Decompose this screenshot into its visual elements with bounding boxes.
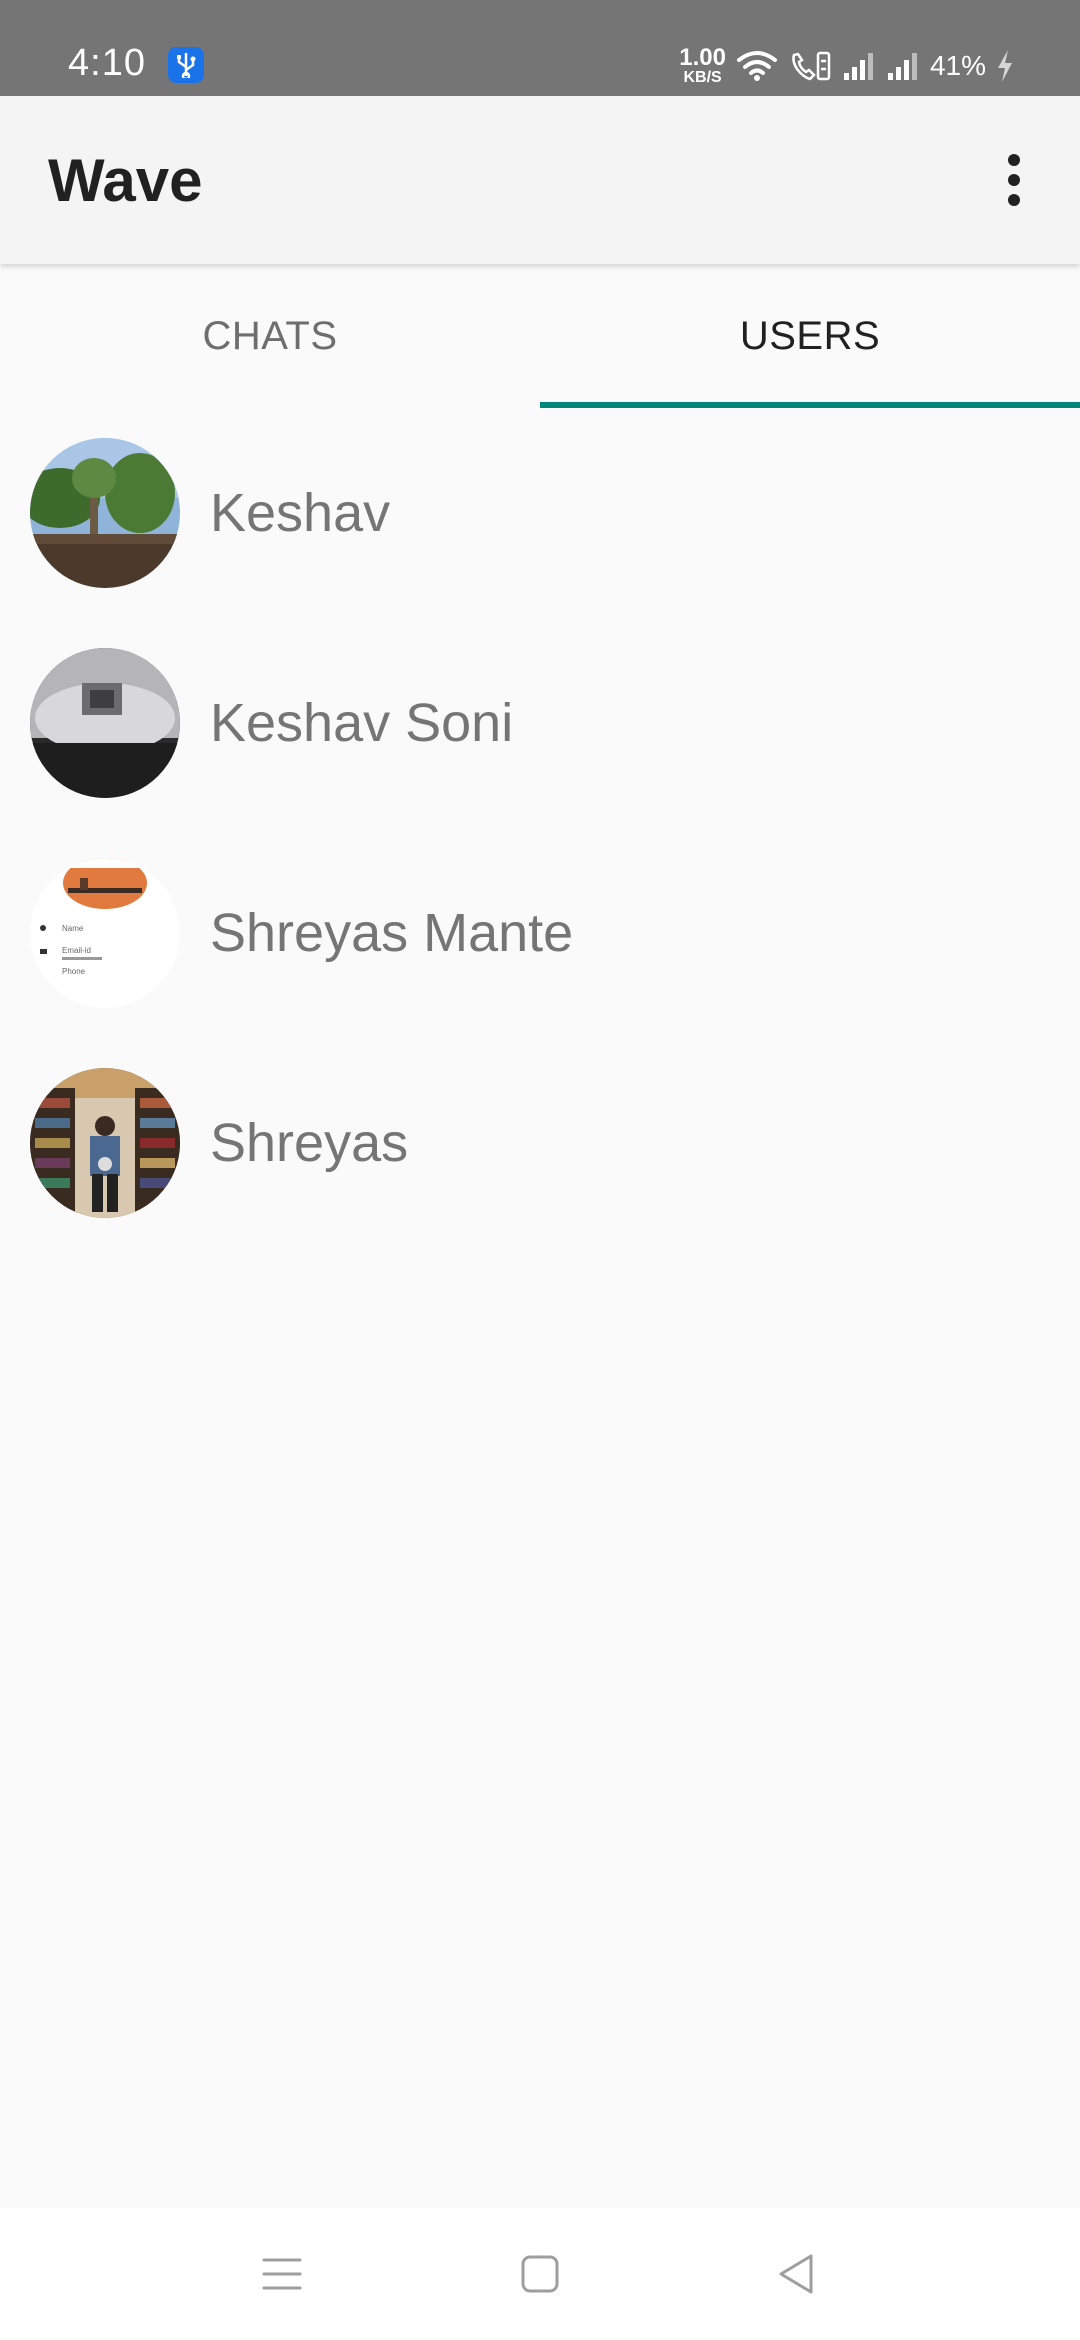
avatar (30, 438, 180, 588)
tab-chats-label: CHATS (202, 313, 338, 358)
user-name: Shreyas Mante (210, 903, 574, 963)
more-vert-icon (1008, 154, 1020, 206)
home-button[interactable] (510, 2244, 570, 2304)
list-item[interactable]: Keshav Soni (0, 618, 1080, 828)
usb-icon (168, 47, 204, 83)
svg-text:Email-id: Email-id (62, 946, 91, 955)
avatar (30, 648, 180, 798)
tab-users[interactable]: USERS (540, 264, 1080, 408)
tab-chats[interactable]: CHATS (0, 264, 540, 408)
svg-text:Name: Name (62, 924, 84, 933)
charging-icon (996, 49, 1014, 83)
svg-text:Phone: Phone (62, 967, 86, 976)
screen: 4:10 1.00 KB/S 41% Wave CHATS USERS Kesh… (0, 0, 1080, 2340)
status-time: 4:10 (68, 42, 146, 84)
status-icons: 1.00 KB/S 41% (679, 44, 1014, 88)
user-list: Keshav Keshav Soni Name Email-id Phone S… (0, 408, 1080, 1248)
recents-icon (262, 2258, 302, 2290)
tab-users-label: USERS (739, 313, 881, 358)
signal-icon (886, 51, 920, 81)
avatar: Name Email-id Phone (30, 858, 180, 1008)
volte-call-icon (788, 49, 832, 83)
recents-button[interactable] (252, 2244, 312, 2304)
list-item[interactable]: Keshav (0, 408, 1080, 618)
avatar (30, 1068, 180, 1218)
wifi-icon (736, 50, 778, 82)
signal-icon (842, 51, 876, 81)
user-name: Keshav (210, 483, 391, 543)
battery-percent: 41% (929, 50, 986, 81)
navigation-bar (0, 2208, 1080, 2340)
status-bar: 4:10 1.00 KB/S 41% (0, 0, 1080, 96)
user-name: Keshav Soni (210, 693, 514, 753)
net-speed: 1.00 KB/S (679, 46, 726, 86)
list-item[interactable]: Shreyas (0, 1038, 1080, 1248)
more-options-button[interactable] (978, 140, 1050, 220)
tab-bar: CHATS USERS (0, 264, 1080, 408)
user-name: Shreyas (210, 1113, 409, 1173)
back-icon (779, 2254, 813, 2294)
app-bar: Wave (0, 96, 1080, 264)
app-title: Wave (48, 147, 203, 214)
list-item[interactable]: Name Email-id Phone Shreyas Mante (0, 828, 1080, 1038)
net-speed-unit: KB/S (683, 69, 722, 86)
home-icon (521, 2255, 559, 2293)
net-speed-value: 1.00 (679, 44, 726, 71)
back-button[interactable] (766, 2244, 826, 2304)
